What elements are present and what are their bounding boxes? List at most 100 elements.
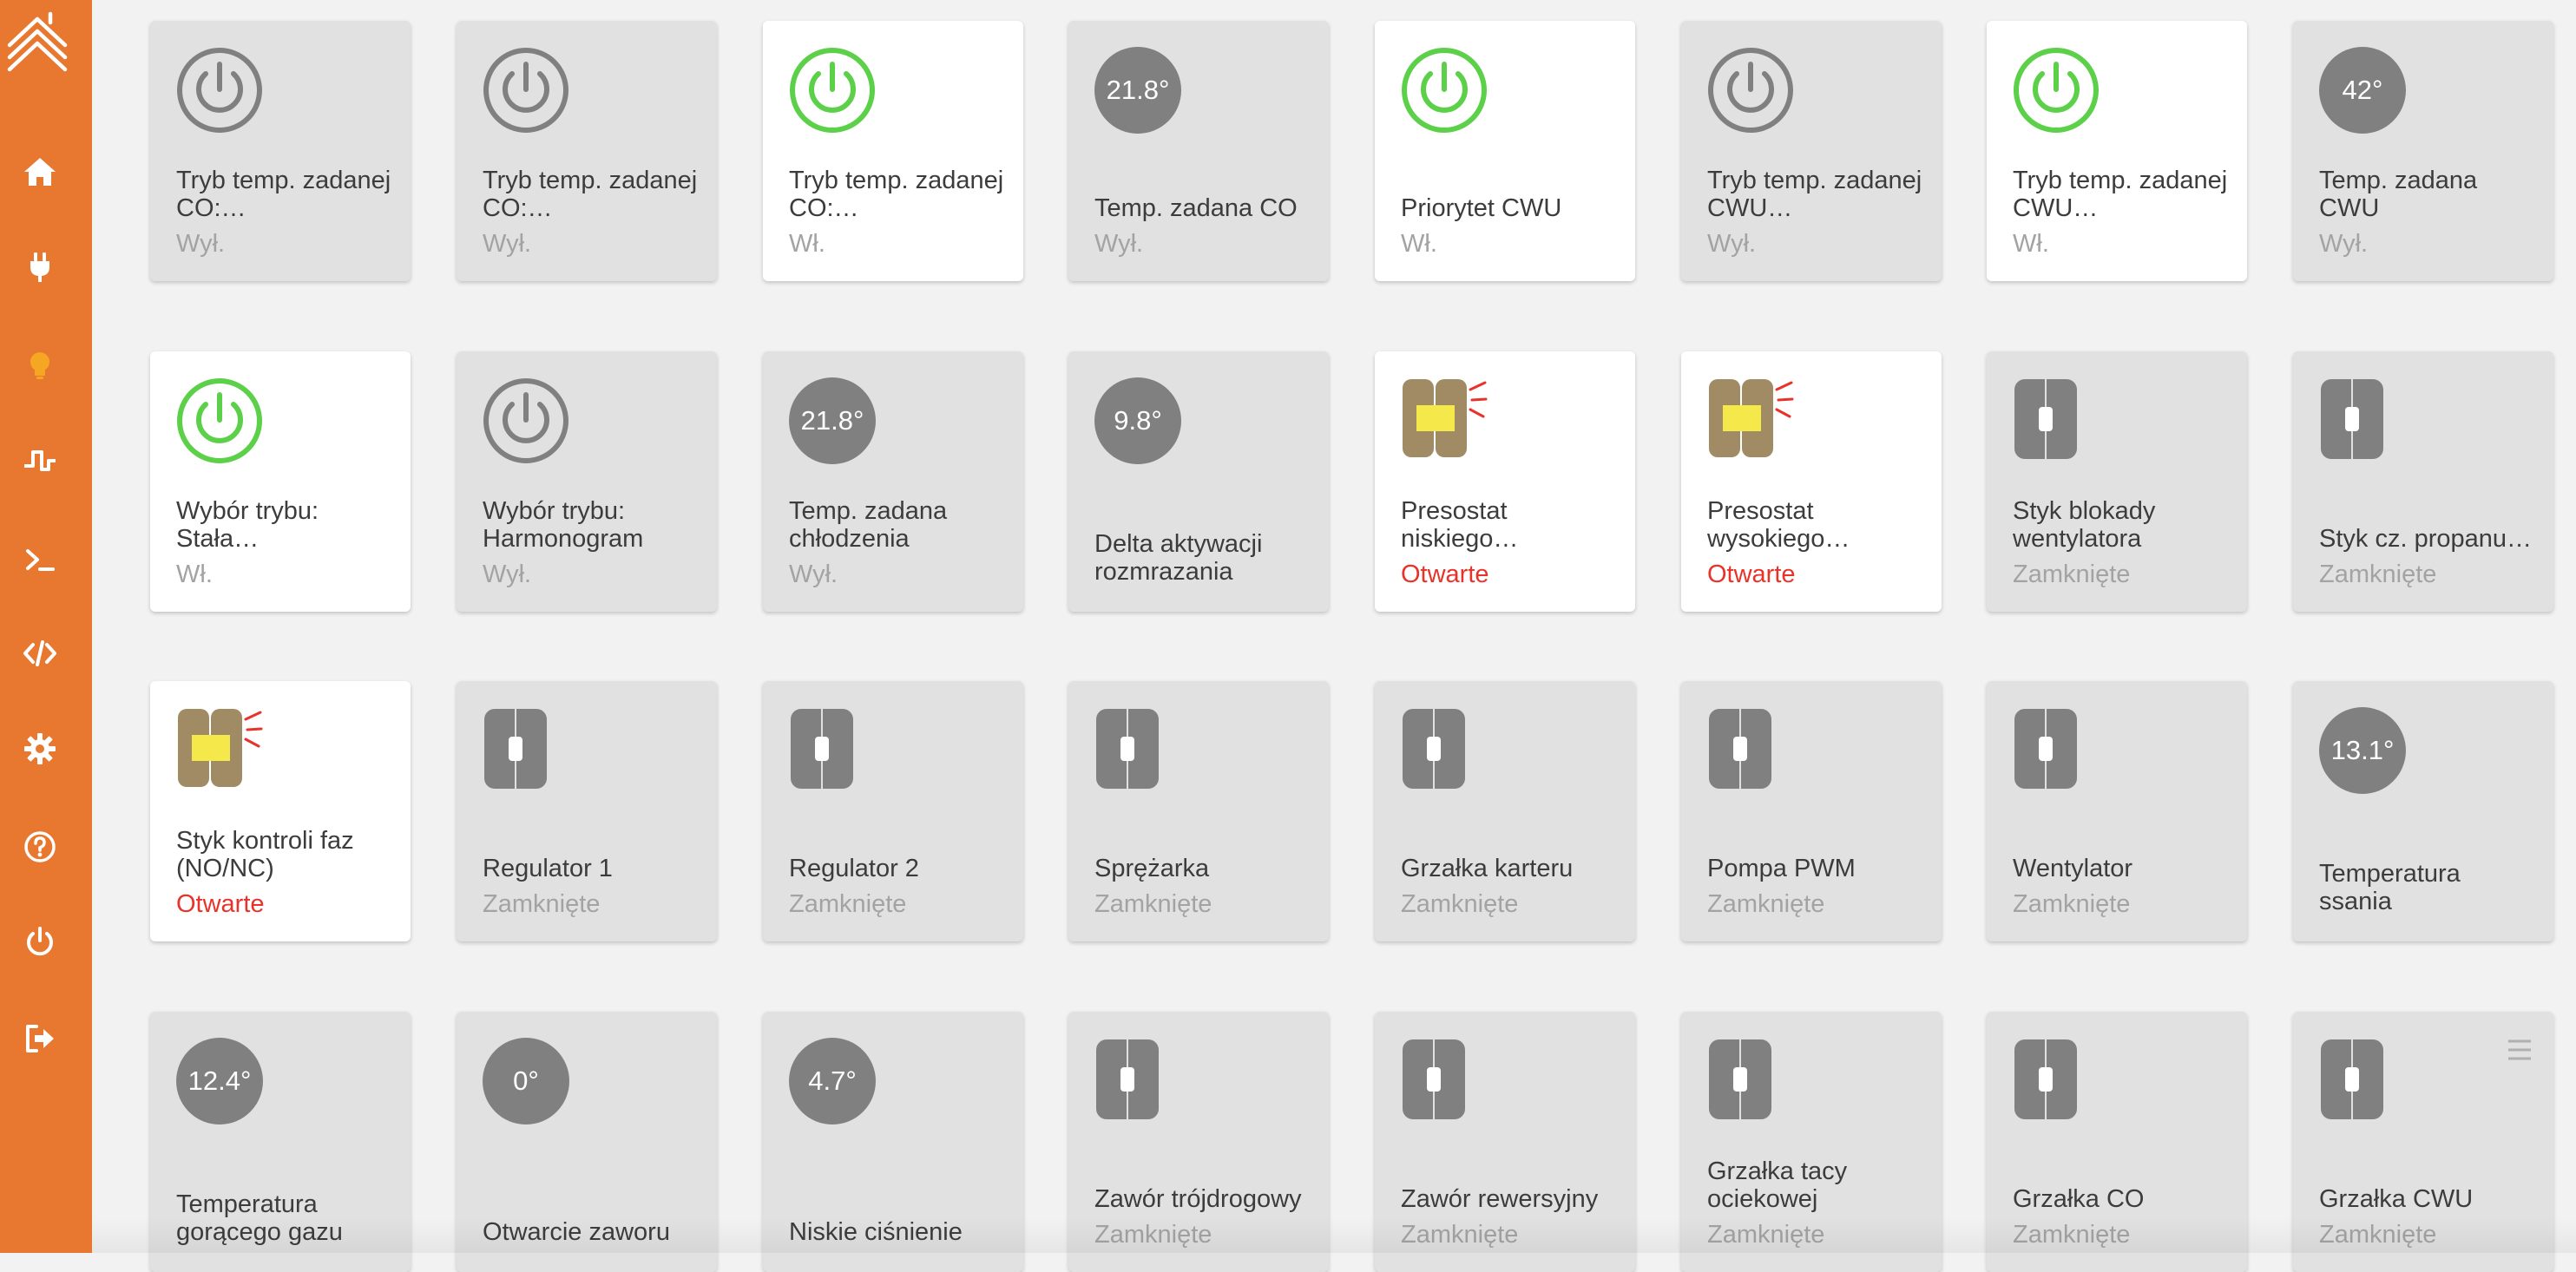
entity-tile[interactable]: Styk blokady wentylatora Zamknięte — [1987, 351, 2247, 612]
entity-tile[interactable]: 42° Temp. zadana CWU Wył. — [2293, 21, 2553, 281]
entity-tile[interactable]: Wentylator Zamknięte — [1987, 681, 2247, 941]
tile-state: Zamknięte — [1401, 1221, 1519, 1249]
tile-name: Delta aktywacji rozmrazania — [1094, 530, 1263, 586]
tile-state: Wł. — [789, 230, 825, 258]
tile-name: Grzałka karteru — [1401, 855, 1574, 882]
door-closed-icon — [1709, 1039, 1771, 1119]
door-closed-icon — [1403, 709, 1465, 789]
tile-state: Zamknięte — [2013, 1221, 2131, 1249]
tile-name: Wybór trybu: Stała… — [176, 497, 319, 553]
power-icon — [790, 48, 875, 133]
door-open-icon — [1403, 379, 1488, 457]
tile-name: Presostat wysokiego… — [1707, 497, 1850, 553]
value-badge: 42° — [2319, 47, 2406, 134]
tile-name: Grzałka CO — [2013, 1185, 2145, 1213]
entity-tile[interactable]: Tryb temp. zadanej CWU… Wł. — [1987, 21, 2247, 281]
tile-name: Styk cz. propanu… — [2319, 525, 2532, 553]
tile-name: Zawór rewersyjny — [1401, 1185, 1599, 1213]
door-closed-icon — [2321, 379, 2383, 459]
tile-name: Pompa PWM — [1707, 855, 1856, 882]
tile-name: Temp. zadana CO — [1094, 194, 1298, 222]
entity-tile[interactable]: Tryb temp. zadanej CWU… Wył. — [1681, 21, 1942, 281]
tile-grid: Tryb temp. zadanej CO:… Wył. Tryb temp. za… — [0, 0, 2576, 1272]
tile-state: Zamknięte — [2013, 890, 2131, 918]
entity-tile[interactable]: 0° Otwarcie zaworu — [457, 1012, 717, 1272]
value-badge: 0° — [483, 1038, 569, 1124]
tile-state: Wył. — [1707, 230, 1757, 258]
tile-name: Temp. zadana CWU — [2319, 167, 2478, 222]
tile-state: Zamknięte — [1094, 890, 1212, 918]
entity-tile[interactable]: Presostat niskiego… Otwarte — [1375, 351, 1635, 612]
tile-name: Temperatura ssania — [2319, 860, 2461, 915]
tile-state: Wył. — [1094, 230, 1144, 258]
tile-state: Otwarte — [1707, 561, 1796, 588]
door-closed-icon — [1709, 709, 1771, 789]
tile-state: Zamknięte — [2319, 1221, 2437, 1249]
entity-tile[interactable]: 12.4° Temperatura gorącego gazu — [150, 1012, 411, 1272]
entity-tile[interactable]: Grzałka tacy ociekowej Zamknięte — [1681, 1012, 1942, 1272]
entity-tile[interactable]: Tryb temp. zadanej CO:… Wył. — [150, 21, 411, 281]
tile-name: Zawór trójdrogowy — [1094, 1185, 1302, 1213]
power-icon — [2014, 48, 2099, 133]
tile-state: Wł. — [176, 561, 213, 588]
entity-tile[interactable]: Regulator 1 Zamknięte — [457, 681, 717, 941]
tile-name: Temperatura gorącego gazu — [176, 1190, 343, 1246]
tile-state: Zamknięte — [1707, 1221, 1825, 1249]
entity-tile[interactable]: Pompa PWM Zamknięte — [1681, 681, 1942, 941]
value-badge: 21.8° — [1094, 47, 1181, 134]
tile-state: Otwarte — [1401, 561, 1489, 588]
tile-name: Tryb temp. zadanej CWU… — [1707, 167, 1922, 222]
door-closed-icon — [1096, 709, 1159, 789]
entity-tile[interactable]: Wybór trybu: Stała… Wł. — [150, 351, 411, 612]
tile-name: Grzałka tacy ociekowej — [1707, 1157, 1848, 1213]
tile-state: Zamknięte — [1401, 890, 1519, 918]
door-closed-icon — [1403, 1039, 1465, 1119]
tile-name: Priorytet CWU — [1401, 194, 1562, 222]
entity-tile[interactable]: 21.8° Temp. zadana CO Wył. — [1068, 21, 1329, 281]
value-badge: 13.1° — [2319, 707, 2406, 794]
entity-tile[interactable]: 13.1° Temperatura ssania — [2293, 681, 2553, 941]
entity-tile[interactable]: Grzałka CO Zamknięte — [1987, 1012, 2247, 1272]
entity-tile[interactable]: 21.8° Temp. zadana chłodzenia Wył. — [763, 351, 1023, 612]
tile-state: Zamknięte — [2013, 561, 2131, 588]
tile-state: Zamknięte — [2319, 561, 2437, 588]
entity-tile[interactable]: Zawór rewersyjny Zamknięte — [1375, 1012, 1635, 1272]
value-badge: 12.4° — [176, 1038, 263, 1124]
entity-tile[interactable]: 4.7° Niskie ciśnienie — [763, 1012, 1023, 1272]
entity-tile[interactable]: Grzałka CWU Zamknięte — [2293, 1012, 2553, 1272]
entity-tile[interactable]: Styk cz. propanu… Zamknięte — [2293, 351, 2553, 612]
value-badge: 4.7° — [789, 1038, 876, 1124]
tile-state: Wł. — [2013, 230, 2049, 258]
entity-tile[interactable]: Zawór trójdrogowy Zamknięte — [1068, 1012, 1329, 1272]
tile-name: Tryb temp. zadanej CO:… — [176, 167, 391, 222]
entity-tile[interactable]: Wybór trybu: Harmonogram Wył. — [457, 351, 717, 612]
value-badge: 9.8° — [1094, 377, 1181, 464]
tile-state: Wył. — [789, 561, 838, 588]
entity-tile[interactable]: Priorytet CWU Wł. — [1375, 21, 1635, 281]
tile-state: Wył. — [2319, 230, 2369, 258]
tile-state: Wył. — [483, 230, 532, 258]
tile-state: Otwarte — [176, 890, 265, 918]
door-closed-icon — [484, 709, 547, 789]
tile-state: Wł. — [1401, 230, 1437, 258]
door-open-icon — [1709, 379, 1794, 457]
door-closed-icon — [2014, 1039, 2077, 1119]
tile-state: Zamknięte — [789, 890, 907, 918]
entity-tile[interactable]: Tryb temp. zadanej CO:… Wył. — [457, 21, 717, 281]
entity-tile[interactable]: Presostat wysokiego… Otwarte — [1681, 351, 1942, 612]
tile-name: Regulator 1 — [483, 855, 613, 882]
tile-name: Styk blokady wentylatora — [2013, 497, 2156, 553]
entity-tile[interactable]: Regulator 2 Zamknięte — [763, 681, 1023, 941]
entity-tile[interactable]: Tryb temp. zadanej CO:… Wł. — [763, 21, 1023, 281]
tile-state: Wył. — [483, 561, 532, 588]
tile-name: Otwarcie zaworu — [483, 1218, 670, 1246]
menu-icon[interactable] — [2507, 1038, 2533, 1062]
entity-tile[interactable]: Grzałka karteru Zamknięte — [1375, 681, 1635, 941]
value-badge: 21.8° — [789, 377, 876, 464]
tile-name: Sprężarka — [1094, 855, 1210, 882]
entity-tile[interactable]: Styk kontroli faz (NO/NC) Otwarte — [150, 681, 411, 941]
entity-tile[interactable]: 9.8° Delta aktywacji rozmrazania — [1068, 351, 1329, 612]
tile-name: Presostat niskiego… — [1401, 497, 1519, 553]
tile-state: Wył. — [176, 230, 226, 258]
entity-tile[interactable]: Sprężarka Zamknięte — [1068, 681, 1329, 941]
